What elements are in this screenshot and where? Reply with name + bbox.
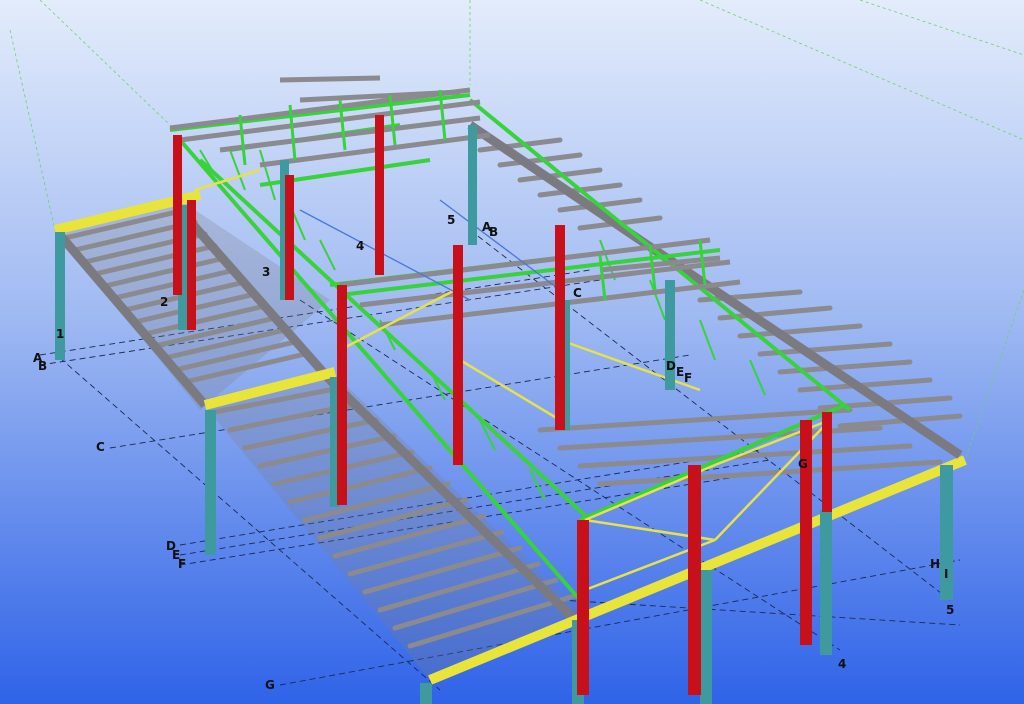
- grid-label-f-mid: F: [684, 371, 692, 385]
- grid-label-c-left: C: [96, 440, 105, 454]
- grid-label-h-right: H: [930, 557, 940, 571]
- grid-label-5-right: 5: [946, 603, 954, 617]
- grid-label-b-mid: B: [489, 225, 498, 239]
- grid-label-b-left: B: [38, 359, 47, 373]
- grid-label-3: 3: [262, 265, 270, 279]
- grid-label-f-left: F: [178, 557, 186, 571]
- grid-label-4-top: 4: [356, 239, 364, 253]
- grid-label-4-bottom: 4: [838, 657, 846, 671]
- grid-label-g-mid: G: [798, 457, 808, 471]
- grid-label-1: 1: [56, 327, 64, 341]
- model-viewport[interactable]: A B C D E F G 1 2 3 4 5 A B C D E F G H …: [0, 0, 1024, 704]
- structure-3d-view[interactable]: A B C D E F G 1 2 3 4 5 A B C D E F G H …: [0, 0, 1024, 704]
- grid-label-d-mid: D: [666, 359, 676, 373]
- grid-label-g-bottom: G: [265, 678, 275, 692]
- grid-label-c-mid: C: [573, 286, 582, 300]
- grid-label-i-right: I: [944, 567, 948, 581]
- grid-label-5-top: 5: [447, 213, 455, 227]
- grid-label-e-mid: E: [676, 365, 684, 379]
- grid-label-2: 2: [160, 295, 168, 309]
